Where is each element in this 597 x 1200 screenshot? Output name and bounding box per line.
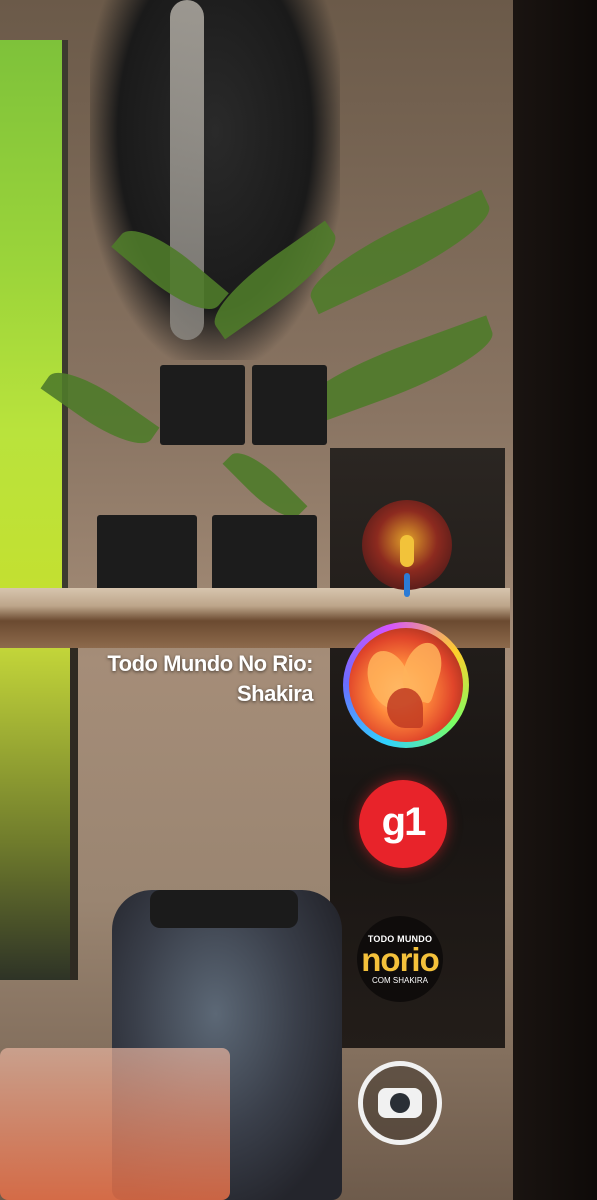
g1-logo-icon: g1 xyxy=(381,799,427,844)
focused-channel-title-line2: Shakira xyxy=(237,681,313,706)
norio-logo-icon: norio xyxy=(361,940,439,978)
shakira-thumbnail-icon xyxy=(349,628,463,742)
focused-channel-title-line1: Todo Mundo No Rio: xyxy=(107,651,313,676)
festival-channel-button[interactable] xyxy=(362,500,452,590)
focused-channel-title: Todo Mundo No Rio: Shakira xyxy=(107,649,313,709)
hair-flame-shape xyxy=(387,688,423,728)
norio-channel-button[interactable]: TODO MUNDO norio COM SHAKIRA xyxy=(357,916,443,1002)
globoplay-channel-button[interactable] xyxy=(358,1061,442,1145)
shakira-channel-button[interactable] xyxy=(343,622,469,748)
globo-screen-icon xyxy=(378,1088,422,1118)
norio-bottom-text: COM SHAKIRA xyxy=(371,975,428,985)
g1-channel-button[interactable]: g1 xyxy=(359,780,447,868)
channel-rail: Todo Mundo No Rio: Shakira g1 TODO MUNDO… xyxy=(0,0,597,1200)
